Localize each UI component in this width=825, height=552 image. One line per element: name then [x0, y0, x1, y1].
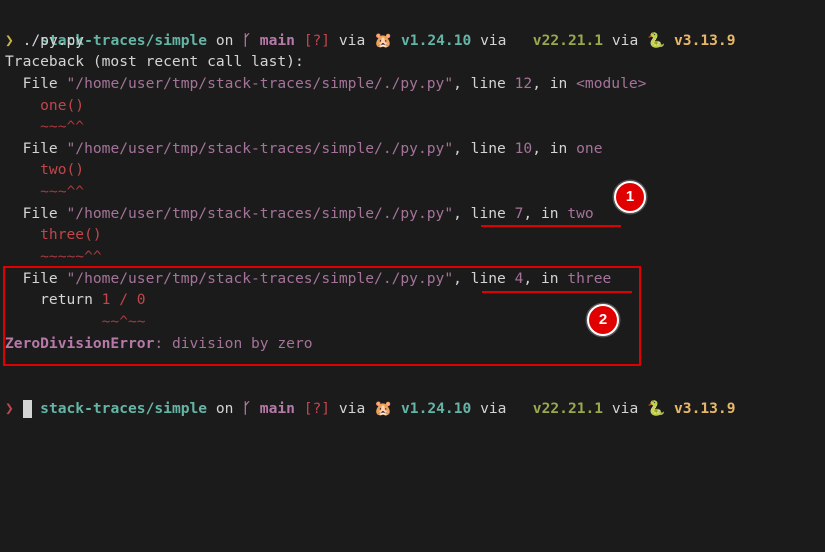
prompt-git-status: [?]	[294, 31, 331, 49]
in-keyword: , in	[532, 74, 577, 92]
file-keyword: File	[5, 139, 67, 157]
error-marker: ~~~^^	[5, 118, 85, 136]
line-number: 12	[514, 74, 533, 92]
prompt-chevron-icon: ❯	[5, 31, 14, 49]
go-version: v1.24.10	[392, 399, 472, 417]
prompt-text: via	[603, 399, 648, 417]
error-marker: ~~~~~^^	[5, 248, 102, 266]
annotation-badge-2: 2	[587, 304, 619, 336]
command-text: ./py.py	[13, 31, 85, 49]
line-number: 10	[514, 139, 533, 157]
prompt-text: via	[471, 31, 516, 49]
annotation-underline-2	[482, 291, 632, 293]
traceback-header: Traceback (most recent call last):	[5, 53, 304, 71]
prompt-line: stack-traces/simple on ᚴ main [?] via 🐹 …	[5, 376, 735, 417]
prompt-text: on	[207, 399, 243, 417]
in-keyword: , in	[523, 204, 568, 222]
file-keyword: File	[5, 74, 67, 92]
node-version: v22.21.1	[515, 31, 604, 49]
prompt-text: via	[471, 399, 516, 417]
git-branch-icon: ᚴ	[242, 399, 252, 417]
go-version: v1.24.10	[392, 31, 472, 49]
python-icon: 🐍	[647, 399, 666, 417]
line-keyword: , line	[453, 204, 515, 222]
go-icon: 🐹	[374, 31, 393, 49]
code-line: one()	[5, 96, 85, 114]
prompt-text: on	[207, 31, 243, 49]
file-path: "/home/user/tmp/stack-traces/simple/./py…	[66, 74, 454, 92]
git-branch-icon: ᚴ	[242, 31, 252, 49]
prompt-text: via	[330, 399, 375, 417]
file-path: "/home/user/tmp/stack-traces/simple/./py…	[66, 139, 454, 157]
annotation-underline-1	[481, 225, 621, 227]
prompt-text: via	[603, 31, 648, 49]
in-keyword: , in	[532, 139, 577, 157]
prompt-git-status: [?]	[294, 399, 331, 417]
prompt-chevron-icon: ❯	[5, 399, 14, 417]
annotation-badge-1: 1	[614, 181, 646, 213]
go-icon: 🐹	[374, 399, 393, 417]
prompt-line: stack-traces/simple on ᚴ main [?] via 🐹 …	[5, 8, 735, 49]
traceback-frame: File "/home/user/tmp/stack-traces/simple…	[5, 73, 736, 138]
python-icon: 🐍	[647, 31, 666, 49]
node-version: v22.21.1	[515, 399, 604, 417]
prompt-text: via	[330, 31, 375, 49]
function-name: two	[567, 204, 594, 222]
code-line: three()	[5, 226, 102, 244]
line-keyword: , line	[453, 74, 515, 92]
code-line: two()	[5, 161, 85, 179]
prompt-dir: stack-traces/simple	[40, 399, 208, 417]
file-keyword: File	[5, 204, 67, 222]
line-keyword: , line	[453, 139, 515, 157]
python-version: v3.13.9	[665, 399, 736, 417]
file-path: "/home/user/tmp/stack-traces/simple/./py…	[66, 204, 454, 222]
function-name: <module>	[576, 74, 647, 92]
python-version: v3.13.9	[665, 31, 736, 49]
prompt-branch: main	[251, 399, 295, 417]
text-cursor	[22, 399, 32, 418]
annotation-box-2	[3, 266, 641, 366]
function-name: one	[576, 139, 603, 157]
prompt-branch: main	[251, 31, 295, 49]
